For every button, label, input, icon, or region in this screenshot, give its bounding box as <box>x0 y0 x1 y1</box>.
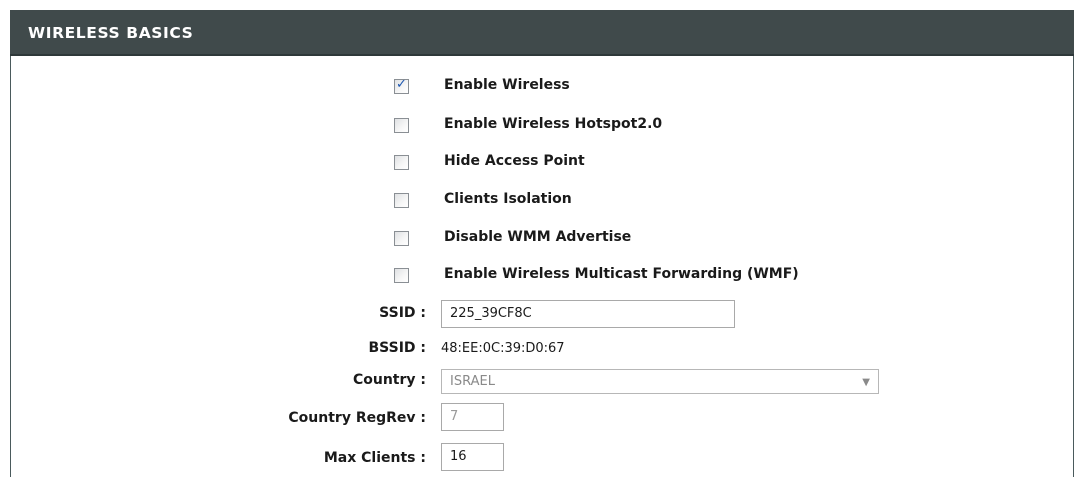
clients-isolation-checkbox[interactable] <box>394 193 409 208</box>
country-regrev-label: Country RegRev : <box>288 410 426 426</box>
country-selected-value: ISRAEL <box>450 374 495 389</box>
hide-access-point-checkbox[interactable] <box>394 155 409 170</box>
disable-wmm-advertise-label: Disable WMM Advertise <box>444 229 632 245</box>
enable-wmf-checkbox[interactable] <box>394 268 409 283</box>
ssid-label: SSID : <box>379 305 426 321</box>
enable-hotspot-label: Enable Wireless Hotspot2.0 <box>444 116 663 132</box>
enable-wireless-checkbox[interactable]: ✓ <box>394 77 409 94</box>
max-clients-label: Max Clients : <box>323 450 426 466</box>
disable-wmm-advertise-checkbox[interactable] <box>394 231 409 246</box>
hide-access-point-label: Hide Access Point <box>444 153 585 169</box>
bssid-value: 48:EE:0C:39:D0:67 <box>441 341 565 356</box>
ssid-input[interactable]: 225_39CF8C <box>441 300 735 328</box>
clients-isolation-label: Clients Isolation <box>444 191 572 207</box>
country-regrev-input[interactable]: 7 <box>441 403 504 431</box>
bssid-label: BSSID : <box>368 340 426 356</box>
section-header: WIRELESS BASICS <box>10 10 1074 56</box>
checkmark-icon: ✓ <box>396 77 407 92</box>
max-clients-input[interactable]: 16 <box>441 443 504 471</box>
enable-hotspot-checkbox[interactable] <box>394 118 409 133</box>
enable-wireless-label: Enable Wireless <box>444 77 570 93</box>
country-select[interactable]: ISRAEL ▼ <box>441 369 879 394</box>
wireless-basics-panel: WIRELESS BASICS ✓ Enable Wireless Enable… <box>10 10 1074 477</box>
enable-wmf-label: Enable Wireless Multicast Forwarding (WM… <box>444 266 799 282</box>
country-label: Country : <box>352 372 426 388</box>
chevron-down-icon: ▼ <box>862 377 870 388</box>
